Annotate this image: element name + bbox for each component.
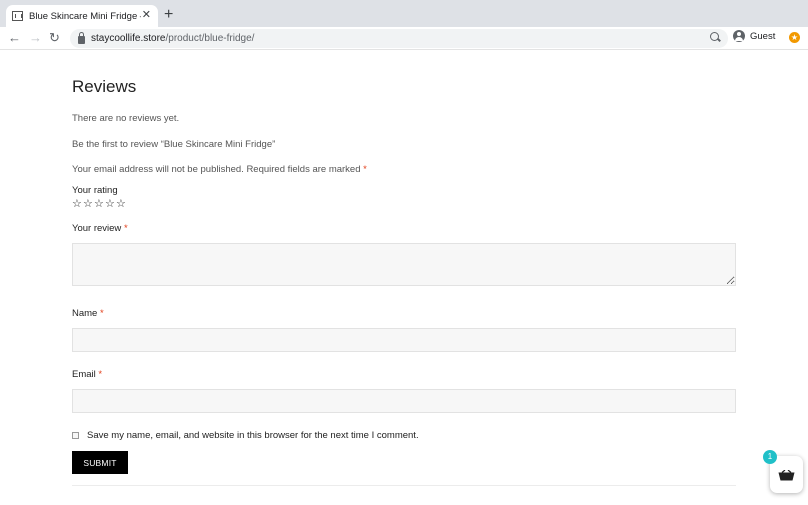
address-bar[interactable]: staycoollife.store/product/blue-fridge/	[70, 29, 728, 48]
email-label-text: Email	[72, 369, 96, 380]
new-tab-button[interactable]: +	[164, 7, 173, 23]
reviews-heading: Reviews	[72, 77, 137, 96]
submit-button[interactable]: SUBMIT	[72, 451, 128, 474]
profile-button[interactable]: Guest	[733, 30, 775, 42]
required-marker: *	[99, 308, 104, 319]
tab-close-icon[interactable]: ✕	[142, 9, 151, 21]
email-notice: Your email address will not be published…	[72, 164, 367, 175]
url-path: /product/blue-fridge/	[165, 33, 255, 44]
review-textarea[interactable]	[72, 243, 736, 286]
star-5-icon[interactable]: ☆	[116, 198, 126, 210]
back-button[interactable]: ←	[8, 30, 21, 46]
forward-button[interactable]: →	[29, 30, 42, 46]
star-rating: ☆ ☆ ☆ ☆ ☆	[72, 198, 126, 210]
be-first-text: Be the first to review “Blue Skincare Mi…	[72, 139, 276, 150]
star-4-icon[interactable]: ☆	[105, 198, 115, 210]
extension-icon[interactable]: ★	[789, 32, 800, 43]
lock-icon	[78, 31, 85, 44]
star-2-icon[interactable]: ☆	[83, 198, 93, 210]
profile-avatar-icon	[733, 30, 745, 42]
divider	[72, 485, 736, 486]
review-label-text: Your review	[72, 223, 122, 234]
email-input[interactable]	[72, 389, 736, 413]
email-notice-text: Your email address will not be published…	[72, 164, 361, 175]
basket-icon	[778, 470, 795, 481]
url-host: staycoollife.store	[91, 33, 166, 44]
name-label: Name *	[72, 308, 104, 319]
profile-label: Guest	[750, 30, 776, 42]
zoom-icon[interactable]	[710, 32, 719, 41]
browser-tab[interactable]: Blue Skincare Mini Fridge – Sta ✕	[6, 5, 158, 27]
star-3-icon[interactable]: ☆	[94, 198, 104, 210]
tab-bar: Blue Skincare Mini Fridge – Sta ✕ +	[0, 0, 808, 27]
consent-label: Save my name, email, and website in this…	[87, 430, 419, 441]
tab-title: Blue Skincare Mini Fridge – Sta	[29, 10, 141, 22]
review-label: Your review *	[72, 223, 128, 234]
required-marker: *	[123, 223, 128, 234]
name-input[interactable]	[72, 328, 736, 352]
rating-label: Your rating	[72, 185, 118, 196]
star-1-icon[interactable]: ☆	[72, 198, 82, 210]
required-marker: *	[363, 164, 367, 175]
email-label: Email *	[72, 369, 102, 380]
cart-count-badge: 1	[763, 450, 777, 464]
browser-toolbar: ← → ↻ staycoollife.store/product/blue-fr…	[0, 27, 808, 50]
reload-button[interactable]: ↻	[49, 30, 60, 46]
url-text: staycoollife.store/product/blue-fridge/	[91, 33, 254, 44]
consent-row: Save my name, email, and website in this…	[72, 430, 419, 441]
consent-checkbox[interactable]	[72, 432, 79, 439]
required-marker: *	[98, 369, 103, 380]
name-label-text: Name	[72, 308, 98, 319]
site-favicon-icon	[12, 11, 23, 21]
no-reviews-text: There are no reviews yet.	[72, 113, 180, 124]
